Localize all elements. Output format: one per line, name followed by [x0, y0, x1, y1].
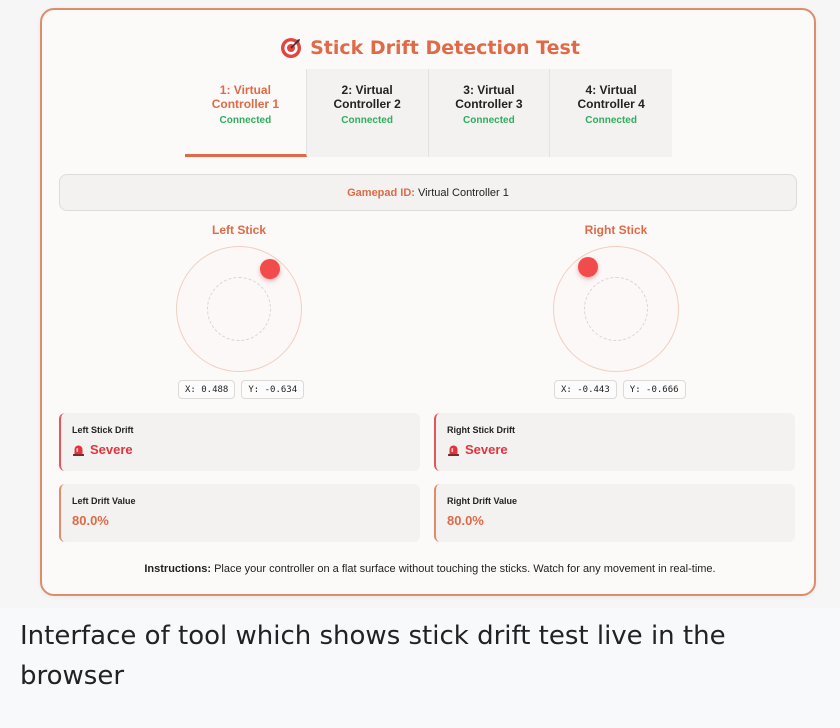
gamepad-id-bar: Gamepad ID: Virtual Controller 1 [59, 174, 797, 211]
right-drift-label: Right Stick Drift [447, 425, 516, 435]
left-stick-visualizer [176, 246, 306, 376]
instructions-label: Instructions: [144, 563, 211, 575]
right-stick-deadzone-circle [584, 277, 648, 341]
drift-test-card: Stick Drift Detection Test 1: Virtual Co… [40, 8, 816, 596]
left-stick-coords: X: 0.488 Y: -0.634 [178, 380, 305, 399]
gamepad-id-value: Virtual Controller 1 [417, 186, 509, 199]
left-stick-deadzone-circle [207, 277, 271, 341]
alarm-light-icon [448, 445, 459, 456]
right-drift-status-text: Severe [465, 442, 508, 457]
controller-tabs: 1: Virtual Controller 1 Connected 2: Vir… [185, 69, 672, 157]
left-stick-x-readout: X: 0.488 [178, 380, 236, 399]
left-drift-value-panel: Left Drift Value 80.0% [59, 484, 420, 542]
screenshot-area: Stick Drift Detection Test 1: Virtual Co… [0, 0, 840, 608]
left-drift-status: Severe [72, 442, 420, 457]
left-drift-value-label: Left Drift Value [72, 496, 136, 506]
tab-controller-1[interactable]: 1: Virtual Controller 1 Connected [185, 69, 307, 157]
right-stick-y-readout: Y: -0.666 [622, 380, 686, 399]
left-stick-y-readout: Y: -0.634 [241, 380, 305, 399]
tab-status: Connected [585, 115, 637, 126]
left-stick-position-dot [259, 259, 280, 280]
instructions-text: Place your controller on a flat surface … [214, 563, 716, 575]
page: Stick Drift Detection Test 1: Virtual Co… [0, 0, 840, 728]
right-drift-value-panel: Right Drift Value 80.0% [434, 484, 795, 542]
tab-status: Connected [341, 115, 393, 126]
left-stick-title: Left Stick [211, 223, 266, 237]
tab-controller-2[interactable]: 2: Virtual Controller 2 Connected [306, 69, 429, 157]
tab-label: 3: Virtual Controller 3 [455, 83, 523, 111]
left-drift-label: Left Stick Drift [72, 425, 134, 435]
tab-status: Connected [463, 115, 515, 126]
right-drift-value-label: Right Drift Value [447, 496, 518, 506]
gamepad-id-label: Gamepad ID: [347, 186, 415, 199]
right-stick-title: Right Stick [584, 223, 648, 237]
right-stick-position-dot [578, 257, 599, 278]
right-drift-status: Severe [447, 442, 795, 457]
left-stick-drift-panel: Left Stick Drift Severe [59, 413, 420, 471]
right-stick-drift-panel: Right Stick Drift Severe [434, 413, 795, 471]
tab-controller-3[interactable]: 3: Virtual Controller 3 Connected [428, 69, 551, 157]
left-drift-status-text: Severe [90, 442, 133, 457]
right-stick-visualizer [553, 246, 683, 376]
left-drift-value: 80.0% [72, 513, 109, 528]
tab-controller-4[interactable]: 4: Virtual Controller 4 Connected [550, 69, 672, 157]
right-stick-coords: X: -0.443 Y: -0.666 [554, 380, 686, 399]
right-stick-x-readout: X: -0.443 [554, 380, 617, 399]
target-icon [281, 38, 302, 58]
tab-label: 1: Virtual Controller 1 [211, 83, 280, 111]
instructions: Instructions: Place your controller on a… [42, 563, 818, 575]
alarm-light-icon [73, 445, 84, 456]
right-drift-value: 80.0% [447, 513, 484, 528]
image-caption: Interface of tool which shows stick drif… [20, 621, 726, 691]
title-text: Stick Drift Detection Test [310, 37, 580, 59]
tab-label: 4: Virtual Controller 4 [577, 83, 645, 111]
page-title: Stick Drift Detection Test [42, 34, 818, 62]
tab-status: Connected [219, 115, 272, 126]
tab-label: 2: Virtual Controller 2 [333, 83, 401, 111]
